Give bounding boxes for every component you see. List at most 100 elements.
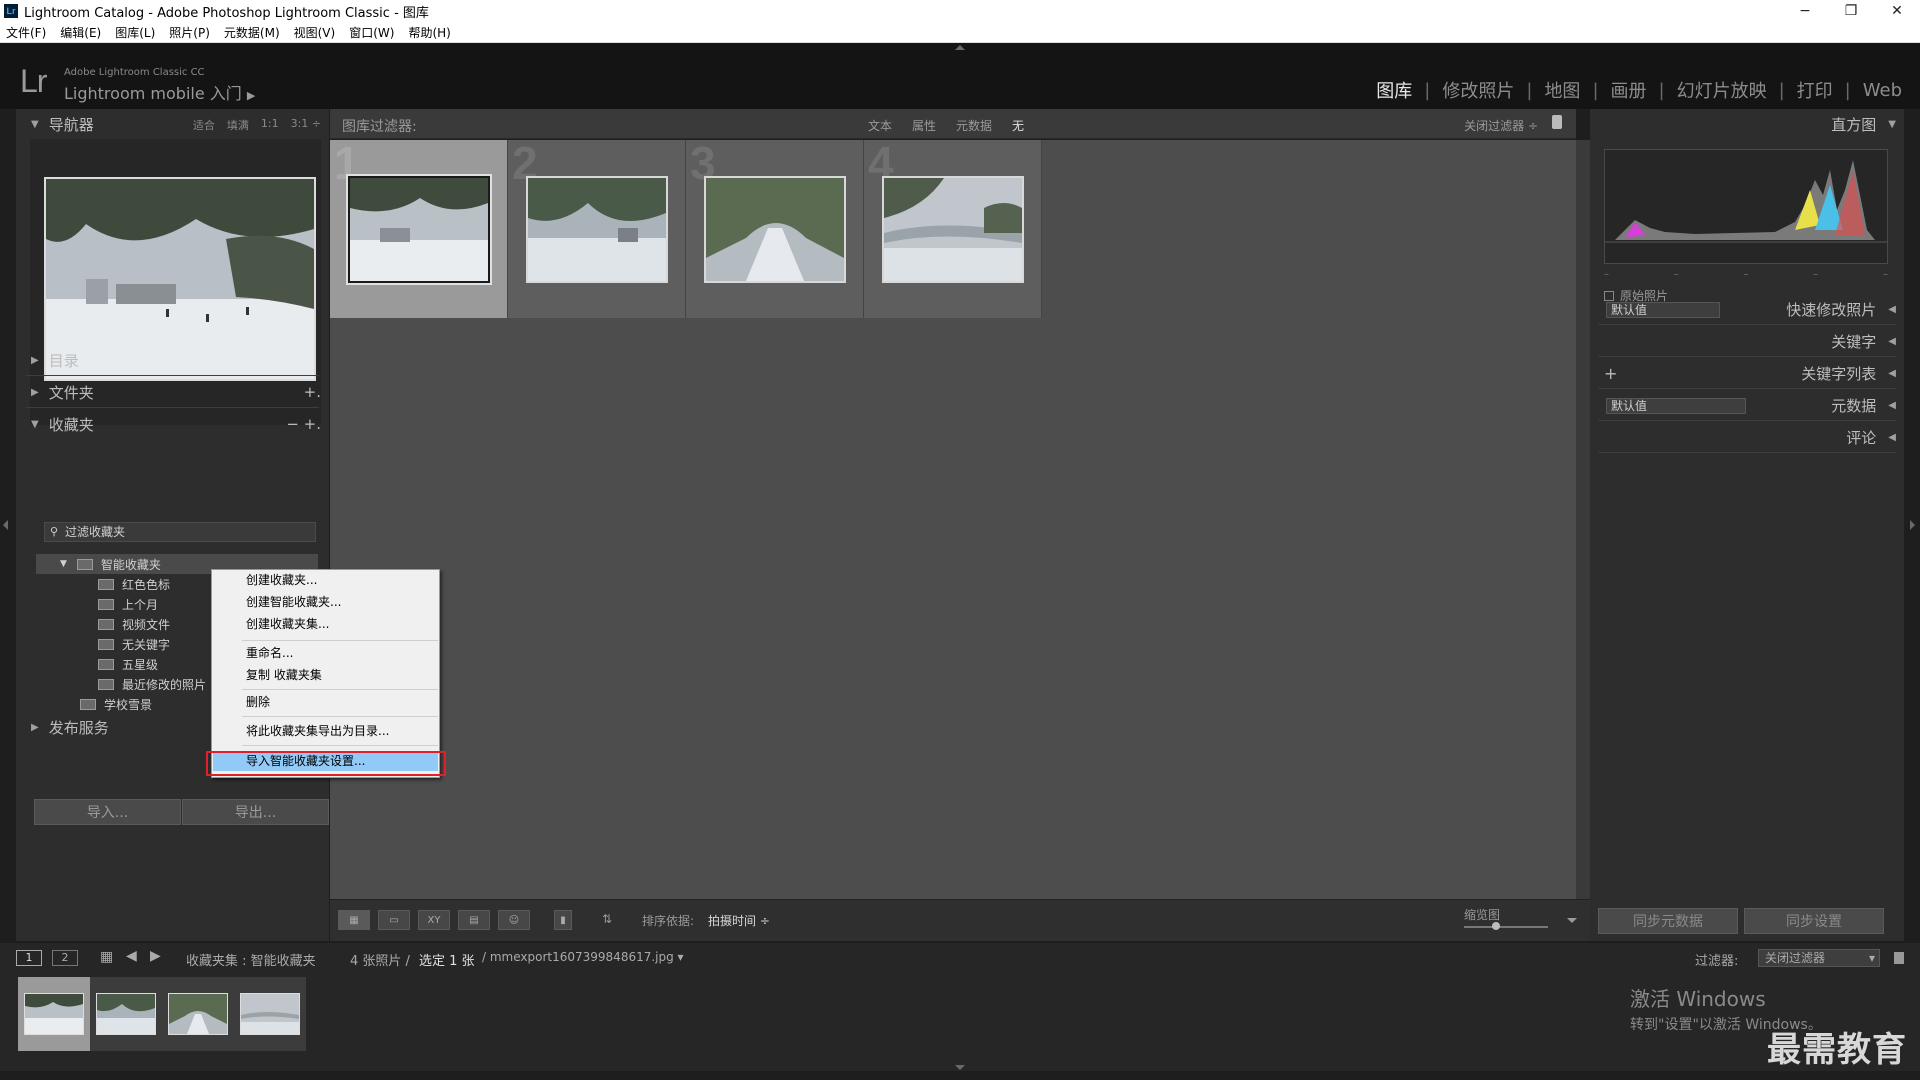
add-folder-icon[interactable]: +. <box>304 383 321 401</box>
menu-create-collection[interactable]: 创建收藏夹... <box>213 570 438 590</box>
photo-thumbnail[interactable] <box>882 176 1024 283</box>
zoom-3-1[interactable]: 3:1 ÷ <box>291 117 321 133</box>
filter-none[interactable]: 无 <box>1012 117 1024 134</box>
menu-rename[interactable]: 重命名... <box>213 643 438 663</box>
metadata-header[interactable]: 默认值 元数据 ◀ <box>1598 391 1896 421</box>
filmstrip-thumbnail[interactable] <box>96 993 156 1035</box>
compare-view-icon[interactable]: XY <box>418 910 450 930</box>
filter-metadata[interactable]: 元数据 <box>956 117 992 134</box>
menu-divider <box>242 716 438 717</box>
catalog-header[interactable]: ▶ 目录 <box>16 345 329 375</box>
painter-icon[interactable]: ▮ <box>554 910 572 930</box>
module-library[interactable]: 图库 <box>1376 77 1412 103</box>
right-panel-toggle-icon[interactable] <box>1910 520 1915 530</box>
folders-header[interactable]: ▶ 文件夹 +. <box>16 377 329 407</box>
filmstrip-thumbnail[interactable] <box>240 993 300 1035</box>
menu-photo[interactable]: 照片(P) <box>169 24 210 41</box>
annotation-highlight-box <box>206 751 446 776</box>
menu-create-smart-collection[interactable]: 创建智能收藏夹... <box>213 592 438 612</box>
grid-view-icon[interactable]: ▦ <box>100 949 113 965</box>
grid-view-icon[interactable]: ▦ <box>338 910 370 930</box>
menu-duplicate-collection-set[interactable]: 复制 收藏夹集 <box>213 665 438 685</box>
module-develop[interactable]: 修改照片 <box>1442 77 1514 103</box>
left-panel-toggle-icon[interactable] <box>3 520 8 530</box>
menu-delete[interactable]: 删除 <box>213 692 438 712</box>
module-web[interactable]: Web <box>1863 80 1902 101</box>
collections-header[interactable]: ▼ 收藏夹 − +. <box>16 409 329 439</box>
menu-metadata[interactable]: 元数据(M) <box>224 24 280 41</box>
sort-select[interactable]: 拍摄时间 ÷ <box>708 912 770 929</box>
histogram-header[interactable]: 直方图 ▼ <box>1598 109 1896 139</box>
module-book[interactable]: 画册 <box>1611 77 1647 103</box>
close-button[interactable]: ✕ <box>1874 0 1920 22</box>
keyword-list-header[interactable]: + 关键字列表 ◀ <box>1598 359 1896 389</box>
thumbnail-size-slider[interactable] <box>1464 926 1548 928</box>
menu-library[interactable]: 图库(L) <box>115 24 155 41</box>
module-print[interactable]: 打印 <box>1797 77 1833 103</box>
filmstrip-filter-select[interactable]: 关闭过滤器 ▾ <box>1758 949 1880 967</box>
grid-cell[interactable]: 2 <box>508 137 686 318</box>
source-path[interactable]: 收藏夹集 : 智能收藏夹 <box>186 950 316 969</box>
module-map[interactable]: 地图 <box>1544 77 1580 103</box>
toolbar-menu-icon[interactable] <box>1567 918 1577 923</box>
menu-export-as-catalog[interactable]: 将此收藏夹集导出为目录... <box>213 721 438 741</box>
import-button[interactable]: 导入... <box>34 799 181 825</box>
filter-text[interactable]: 文本 <box>868 117 892 134</box>
navigator-header[interactable]: ▼ 导航器 适合 填满 1:1 3:1 ÷ <box>16 109 329 139</box>
grid-cell[interactable]: 4 <box>864 137 1042 318</box>
filmstrip-thumbnail[interactable] <box>168 993 228 1035</box>
zoom-fill[interactable]: 填满 <box>227 117 249 133</box>
photo-thumbnail[interactable] <box>704 176 846 283</box>
add-collection-icon[interactable]: +. <box>304 415 321 433</box>
sync-metadata-button[interactable]: 同步元数据 <box>1598 908 1738 934</box>
menu-window[interactable]: 窗口(W) <box>349 24 394 41</box>
filter-collections-input[interactable]: ⚲ 过滤收藏夹 <box>44 522 316 542</box>
filmstrip-toggle-icon[interactable] <box>955 1065 965 1070</box>
identity-large-text[interactable]: Lightroom mobile 入门 ▶ <box>64 80 255 104</box>
slider-handle[interactable] <box>1492 922 1500 930</box>
quick-develop-preset-select[interactable]: 默认值 <box>1606 302 1720 318</box>
people-view-icon[interactable]: ☺ <box>498 910 530 930</box>
lock-icon[interactable] <box>1552 115 1562 129</box>
export-button[interactable]: 导出... <box>182 799 329 825</box>
photo-thumbnail[interactable] <box>346 174 492 285</box>
top-panel-toggle-icon[interactable] <box>955 45 965 50</box>
quick-develop-header[interactable]: 默认值 快速修改照片 ◀ <box>1598 295 1896 325</box>
back-arrow-icon[interactable]: ◀ <box>126 948 137 964</box>
minimize-button[interactable]: − <box>1782 0 1828 22</box>
keywording-header[interactable]: 关键字 ◀ <box>1598 327 1896 357</box>
menu-help[interactable]: 帮助(H) <box>408 24 450 41</box>
filmstrip-cell[interactable] <box>18 977 90 1051</box>
zoom-1-1[interactable]: 1:1 <box>261 117 279 133</box>
add-keyword-icon[interactable]: + <box>1604 364 1617 383</box>
menu-file[interactable]: 文件(F) <box>6 24 46 41</box>
current-filename[interactable]: / mmexport1607399848617.jpg ▾ <box>482 950 684 964</box>
restore-button[interactable]: ❐ <box>1828 0 1874 22</box>
menu-create-collection-set[interactable]: 创建收藏夹集... <box>213 614 438 634</box>
zoom-fit[interactable]: 适合 <box>193 117 215 133</box>
grid-scrollbar[interactable] <box>1576 140 1590 899</box>
loupe-view-icon[interactable]: ▭ <box>378 910 410 930</box>
photo-thumbnail[interactable] <box>526 176 668 283</box>
filmstrip-cell[interactable] <box>234 977 306 1051</box>
comments-header[interactable]: 评论 ◀ <box>1598 423 1896 453</box>
filter-preset-select[interactable]: 关闭过滤器 ÷ <box>1464 117 1538 134</box>
secondary-window-button[interactable]: 2 <box>52 950 78 966</box>
filmstrip-cell[interactable] <box>90 977 162 1051</box>
sync-settings-button[interactable]: 同步设置 <box>1744 908 1884 934</box>
metadata-preset-select[interactable]: 默认值 <box>1606 398 1746 414</box>
grid-cell[interactable]: 1 <box>330 137 508 318</box>
grid-cell[interactable]: 3 <box>686 137 864 318</box>
filmstrip-thumbnail[interactable] <box>24 993 84 1035</box>
filter-lock-icon[interactable] <box>1894 952 1904 964</box>
filter-attribute[interactable]: 属性 <box>912 117 936 134</box>
menu-edit[interactable]: 编辑(E) <box>60 24 101 41</box>
primary-window-button[interactable]: 1 <box>16 950 42 966</box>
remove-collection-icon[interactable]: − <box>286 415 299 433</box>
sort-direction-icon[interactable]: ⇅ <box>602 912 612 926</box>
forward-arrow-icon[interactable]: ▶ <box>150 948 161 964</box>
filmstrip-cell[interactable] <box>162 977 234 1051</box>
module-slideshow[interactable]: 幻灯片放映 <box>1677 77 1767 103</box>
menu-view[interactable]: 视图(V) <box>294 24 336 41</box>
survey-view-icon[interactable]: ▤ <box>458 910 490 930</box>
